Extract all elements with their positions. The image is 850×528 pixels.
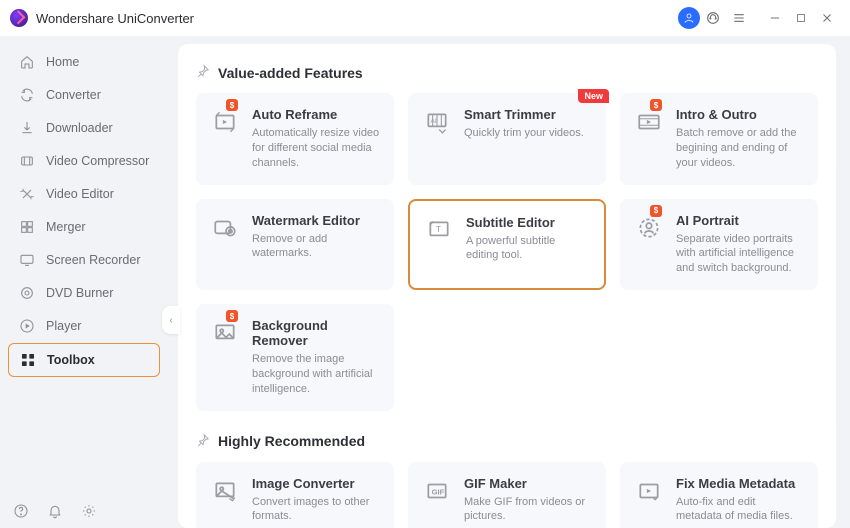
card-title: Fix Media Metadata (676, 476, 804, 491)
card-description: Quickly trim your videos. (464, 126, 584, 141)
sidebar-item-label: DVD Burner (46, 286, 113, 300)
account-avatar-icon[interactable] (678, 7, 700, 29)
sidebar-item-video-editor[interactable]: Video Editor (8, 178, 160, 210)
help-icon[interactable] (12, 502, 30, 520)
app-logo-icon (10, 9, 28, 27)
subtitle-icon: T (424, 215, 454, 245)
card-title: AI Portrait (676, 213, 804, 228)
card-title: Watermark Editor (252, 213, 380, 228)
card-description: Separate video portraits with artificial… (676, 232, 804, 277)
card-description: Remove the image background with artific… (252, 352, 380, 397)
section-title: Value-added Features (218, 65, 363, 81)
sidebar-item-toolbox[interactable]: Toolbox (8, 343, 160, 377)
sidebar-item-screen-recorder[interactable]: Screen Recorder (8, 244, 160, 276)
gif-icon: GIF (422, 476, 452, 506)
content-panel: Value-added Features $ Auto Reframe Automat… (178, 44, 836, 528)
card-title: Subtitle Editor (466, 215, 590, 230)
tool-card-watermark-editor[interactable]: Watermark Editor Remove or add watermarks… (196, 199, 394, 291)
converter-icon (18, 86, 36, 104)
paid-badge-icon: $ (226, 99, 238, 111)
video-compressor-icon (18, 152, 36, 170)
imgconv-icon (210, 476, 240, 506)
card-title: Image Converter (252, 476, 380, 491)
card-title: Intro & Outro (676, 107, 804, 122)
sidebar-item-label: Screen Recorder (46, 253, 141, 267)
video-editor-icon (18, 185, 36, 203)
svg-text:T: T (436, 224, 442, 234)
paid-badge-icon: $ (226, 310, 238, 322)
sidebar-item-home[interactable]: Home (8, 46, 160, 78)
card-title: Auto Reframe (252, 107, 380, 122)
section-header: Value-added Features (196, 64, 818, 81)
sidebar-item-label: Home (46, 55, 79, 69)
card-description: Remove or add watermarks. (252, 232, 380, 262)
card-description: Automatically resize video for different… (252, 126, 380, 171)
player-icon (18, 317, 36, 335)
maximize-button[interactable] (788, 5, 814, 31)
tool-card-intro-outro[interactable]: $ Intro & Outro Batch remove or add the be… (620, 93, 818, 185)
card-description: A powerful subtitle editing tool. (466, 234, 590, 264)
section-header: Highly Recommended (196, 433, 818, 450)
card-description: Auto-fix and edit metadata of media file… (676, 495, 804, 525)
paid-badge-icon: $ (650, 205, 662, 217)
card-description: Make GIF from videos or pictures. (464, 495, 592, 525)
tool-card-image-converter[interactable]: Image Converter Convert images to other f… (196, 462, 394, 528)
close-button[interactable] (814, 5, 840, 31)
svg-text:AI: AI (431, 118, 437, 125)
tool-card-fix-media-metadata[interactable]: Fix Media Metadata Auto-fix and edit meta… (620, 462, 818, 528)
titlebar: Wondershare UniConverter (0, 0, 850, 36)
sidebar-item-label: Player (46, 319, 81, 333)
home-icon (18, 53, 36, 71)
settings-icon[interactable] (80, 502, 98, 520)
paid-badge-icon: $ (650, 99, 662, 111)
merger-icon (18, 218, 36, 236)
card-title: Background Remover (252, 318, 380, 348)
svg-text:GIF: GIF (432, 487, 445, 496)
section-title: Highly Recommended (218, 433, 365, 449)
pin-icon (196, 433, 210, 450)
pin-icon (196, 64, 210, 81)
sidebar-collapse-button[interactable]: ‹ (162, 306, 180, 334)
sidebar: Home Converter Downloader Video Compressor V… (0, 36, 170, 528)
sidebar-item-label: Video Compressor (46, 154, 149, 168)
sidebar-item-label: Converter (46, 88, 101, 102)
card-title: GIF Maker (464, 476, 592, 491)
support-icon[interactable] (700, 5, 726, 31)
sidebar-item-downloader[interactable]: Downloader (8, 112, 160, 144)
sidebar-item-label: Merger (46, 220, 86, 234)
sidebar-item-label: Toolbox (47, 353, 95, 367)
tool-card-auto-reframe[interactable]: $ Auto Reframe Automatically resize video … (196, 93, 394, 185)
menu-icon[interactable] (726, 5, 752, 31)
metadata-icon (634, 476, 664, 506)
sidebar-item-dvd-burner[interactable]: DVD Burner (8, 277, 160, 309)
downloader-icon (18, 119, 36, 137)
tool-card-background-remover[interactable]: $ Background Remover Remove the image back… (196, 304, 394, 411)
sidebar-item-label: Video Editor (46, 187, 114, 201)
sidebar-item-label: Downloader (46, 121, 113, 135)
card-description: Batch remove or add the begining and end… (676, 126, 804, 171)
watermark-icon (210, 213, 240, 243)
intro-icon (634, 107, 664, 137)
sidebar-item-converter[interactable]: Converter (8, 79, 160, 111)
tool-card-gif-maker[interactable]: GIF GIF Maker Make GIF from videos or pict… (408, 462, 606, 528)
trimmer-icon: AI (422, 107, 452, 137)
screen-recorder-icon (18, 251, 36, 269)
sidebar-item-video-compressor[interactable]: Video Compressor (8, 145, 160, 177)
minimize-button[interactable] (762, 5, 788, 31)
bgremove-icon (210, 318, 240, 348)
app-title: Wondershare UniConverter (36, 11, 194, 26)
reframe-icon (210, 107, 240, 137)
dvd-burner-icon (18, 284, 36, 302)
portrait-icon (634, 213, 664, 243)
sidebar-item-merger[interactable]: Merger (8, 211, 160, 243)
toolbox-icon (19, 351, 37, 369)
sidebar-item-player[interactable]: Player (8, 310, 160, 342)
card-title: Smart Trimmer (464, 107, 584, 122)
new-badge: New (578, 89, 609, 103)
tool-card-subtitle-editor[interactable]: T Subtitle Editor A powerful subtitle edit… (408, 199, 606, 291)
tool-card-ai-portrait[interactable]: $ AI Portrait Separate video portraits wit… (620, 199, 818, 291)
notifications-icon[interactable] (46, 502, 64, 520)
card-description: Convert images to other formats. (252, 495, 380, 525)
tool-card-smart-trimmer[interactable]: NewAISmart TrimmerQuickly trim your vide… (408, 93, 606, 185)
